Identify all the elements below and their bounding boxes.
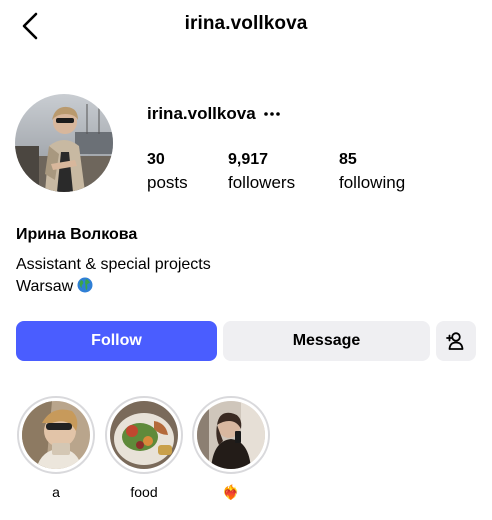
more-horizontal-icon — [264, 112, 280, 116]
stat-value: 30 — [147, 151, 165, 168]
stat-posts[interactable]: 30 posts — [147, 150, 188, 194]
highlight-ring — [17, 396, 95, 474]
stat-label: following — [339, 173, 406, 192]
profile-full-name: Ирина Волкова — [16, 226, 138, 243]
highlight-ring — [105, 396, 183, 474]
profile-username: irina.vollkova — [147, 104, 256, 123]
more-options-button[interactable] — [262, 104, 282, 124]
bio-location-text: Warsaw — [16, 278, 74, 295]
stat-followers[interactable]: 9,917 followers — [228, 150, 295, 194]
person-add-icon — [446, 332, 464, 350]
story-highlight[interactable]: ❤️‍🔥 — [190, 396, 272, 500]
profile-bio: Assistant & special projects Warsaw — [16, 254, 211, 298]
stat-value: 85 — [339, 151, 357, 168]
story-highlight[interactable]: a — [15, 396, 97, 500]
highlight-cover — [110, 401, 178, 469]
follow-button[interactable]: Follow — [16, 321, 217, 361]
highlight-label: a — [52, 484, 60, 500]
highlight-cover — [22, 401, 90, 469]
highlight-label: food — [130, 484, 158, 500]
page-title: irina.vollkova — [184, 13, 308, 34]
bio-line-location: Warsaw — [16, 276, 211, 298]
highlight-ring — [192, 396, 270, 474]
story-highlight[interactable]: food — [103, 396, 185, 500]
stat-value: 9,917 — [228, 151, 269, 168]
profile-avatar[interactable] — [15, 94, 113, 192]
add-user-button[interactable] — [436, 321, 476, 361]
highlight-cover — [197, 401, 265, 469]
top-bar: irina.vollkova — [0, 0, 492, 52]
stat-label: followers — [228, 173, 296, 192]
stat-following[interactable]: 85 following — [339, 150, 405, 194]
stat-label: posts — [147, 173, 188, 192]
highlight-label: ❤️‍🔥 — [222, 484, 240, 500]
message-button[interactable]: Message — [223, 321, 430, 361]
bio-line: Assistant & special projects — [16, 256, 211, 273]
globe-icon — [77, 277, 93, 293]
